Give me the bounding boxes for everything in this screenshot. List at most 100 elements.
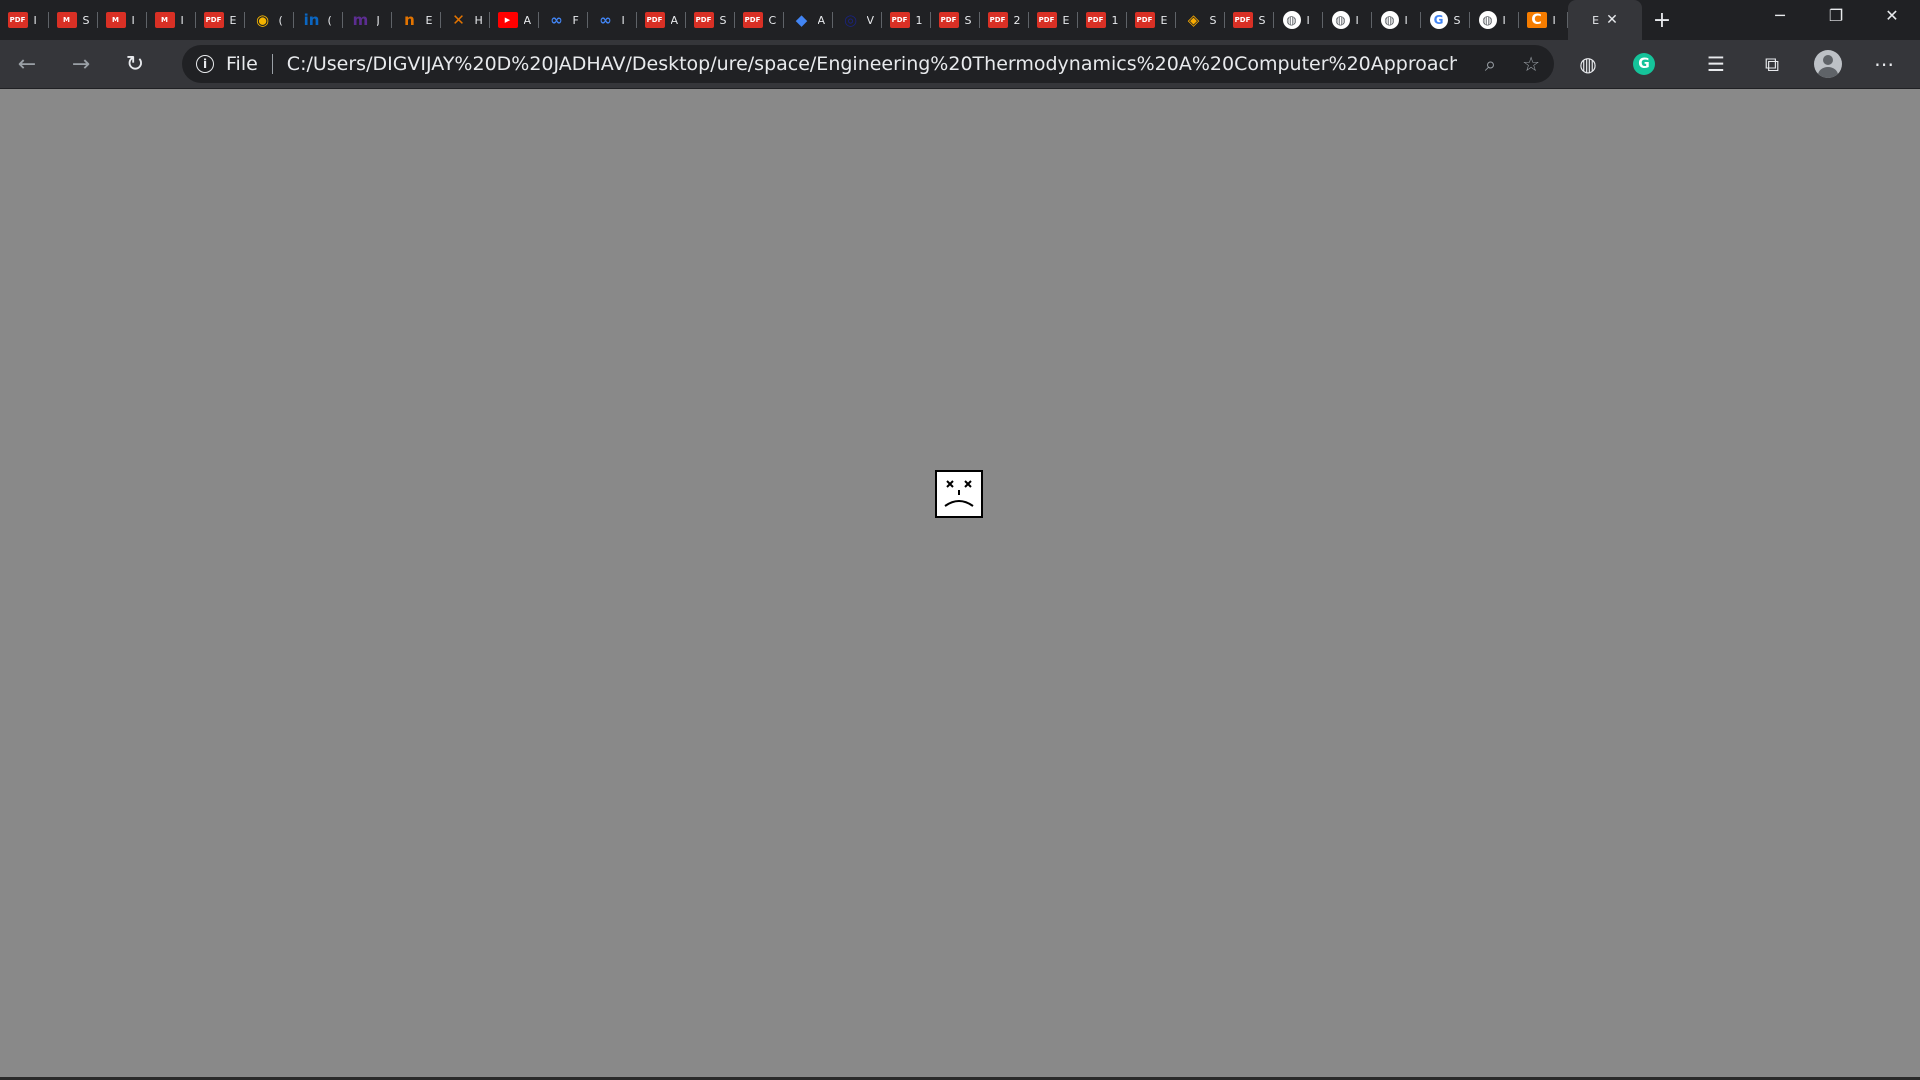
gmail-icon: M — [154, 12, 175, 28]
tab[interactable]: PDF S — [686, 0, 735, 40]
m-icon: m — [352, 11, 369, 29]
pdf-icon: PDF — [1232, 12, 1253, 28]
pdf-icon: PDF — [693, 12, 714, 28]
globe-icon: ◎ — [843, 11, 858, 29]
x-icon: ✕ — [452, 11, 465, 29]
pdf-icon: PDF — [742, 12, 763, 28]
tab[interactable]: ◉( — [245, 0, 294, 40]
browser-toolbar: ← → ↻ i File C:/Users/DIGVIJAY%20D%20JAD… — [0, 40, 1920, 89]
forward-button[interactable]: → — [54, 44, 108, 84]
menu-icon[interactable]: ⋯ — [1864, 40, 1904, 88]
zoom-icon[interactable]: ⌕ — [1485, 52, 1496, 76]
pdf-icon: PDF — [987, 12, 1008, 28]
tab[interactable]: PDF I — [0, 0, 49, 40]
tab-title: E — [1592, 13, 1600, 27]
infinity-icon: ∞ — [550, 11, 563, 29]
diamond-icon: ◆ — [795, 11, 808, 29]
tab-title: E — [425, 13, 433, 27]
tab-title: E — [1062, 13, 1070, 27]
tab[interactable]: ◎ V — [833, 0, 882, 40]
omnibox-actions: ⌕ ☆ — [1485, 52, 1540, 76]
tab-title: I — [1404, 13, 1408, 27]
tab-strip: PDF I M S M I M I PDF E ◉(in(m Jn E ✕ H ▶ A ∞ F ∞ I PDF A PDF S P… — [0, 0, 1920, 40]
n-icon: n — [404, 11, 415, 29]
tab[interactable]: PDF 1 — [1078, 0, 1127, 40]
tab[interactable]: PDF E — [196, 0, 245, 40]
back-button[interactable]: ← — [0, 44, 54, 84]
tab-title: E — [229, 13, 237, 27]
collections-icon[interactable]: ⧉ — [1752, 40, 1792, 88]
tab-title: ( — [278, 13, 283, 27]
tab[interactable]: MI — [98, 0, 147, 40]
tab[interactable]: PDF C — [735, 0, 784, 40]
tab-title: 1 — [1111, 13, 1119, 27]
profile-button[interactable] — [1808, 40, 1848, 88]
tab[interactable]: ◍ I — [1470, 0, 1519, 40]
pdf-icon: PDF — [1134, 12, 1155, 28]
circle-icon: ◍ — [1331, 11, 1350, 29]
info-icon[interactable]: i — [196, 55, 214, 73]
tab-title: A — [523, 13, 532, 27]
tab[interactable]: ◍ I — [1274, 0, 1323, 40]
favorites-icon[interactable]: ☰ — [1696, 40, 1736, 88]
translate-icon[interactable]: ◍ — [1568, 40, 1608, 88]
tab[interactable]: PDF E — [1127, 0, 1176, 40]
tab[interactable]: GS — [1421, 0, 1470, 40]
restore-button[interactable]: ❐ — [1808, 0, 1864, 30]
tab-title: I — [180, 13, 184, 27]
new-tab-button[interactable]: + — [1642, 8, 1682, 33]
pdf-icon: PDF — [203, 12, 224, 28]
tab[interactable]: PDF S — [931, 0, 980, 40]
pdf-icon: PDF — [889, 12, 910, 28]
grammarly-extension[interactable]: G — [1624, 40, 1664, 88]
tab-title: A — [670, 13, 679, 27]
minimize-button[interactable]: ─ — [1752, 0, 1808, 30]
tab[interactable]: PDF 2 — [980, 0, 1029, 40]
tab[interactable]: ∞ I — [588, 0, 637, 40]
tab-title: ( — [327, 13, 332, 27]
tab-close-icon[interactable]: ✕ — [1606, 12, 1618, 28]
youtube-icon: ▶ — [497, 12, 518, 28]
tab-title: E — [1160, 13, 1168, 27]
circle-icon: ◍ — [1478, 11, 1497, 29]
tab[interactable]: ◍ I — [1323, 0, 1372, 40]
tab[interactable]: PDF S — [1225, 0, 1274, 40]
reload-button[interactable]: ↻ — [108, 44, 162, 84]
url-text[interactable]: C:/Users/DIGVIJAY%20D%20JADHAV/Desktop/u… — [287, 53, 1457, 75]
tab[interactable]: ◈ S — [1176, 0, 1225, 40]
tab[interactable]: CI — [1519, 0, 1568, 40]
tab-title: I — [1502, 13, 1506, 27]
tab-active[interactable]: E ✕ — [1568, 0, 1642, 40]
tab[interactable]: ✕ H — [441, 0, 490, 40]
tab-title: 1 — [915, 13, 923, 27]
tab-title: 2 — [1013, 13, 1021, 27]
gmail-icon: M — [105, 12, 126, 28]
tab-title: A — [817, 13, 826, 27]
tab-title: J — [376, 13, 380, 27]
tab[interactable]: ▶ A — [490, 0, 539, 40]
tab-title: S — [82, 13, 90, 27]
tab-title: I — [131, 13, 135, 27]
bookmark-star-icon[interactable]: ☆ — [1522, 52, 1540, 76]
tab[interactable]: ◍ I — [1372, 0, 1421, 40]
circle-icon: ◍ — [1380, 11, 1399, 29]
tab-title: I — [621, 13, 625, 27]
tab[interactable]: mJ — [343, 0, 392, 40]
tab[interactable]: PDF A — [637, 0, 686, 40]
tab[interactable]: ◆ A — [784, 0, 833, 40]
window-controls: ─ ❐ ✕ — [1752, 0, 1920, 40]
close-window-button[interactable]: ✕ — [1864, 0, 1920, 30]
tab[interactable]: MI — [147, 0, 196, 40]
tab[interactable]: PDF E — [1029, 0, 1078, 40]
tab[interactable]: nE — [392, 0, 441, 40]
tab[interactable]: ∞ F — [539, 0, 588, 40]
tab-title: I — [1552, 13, 1556, 27]
tab[interactable]: PDF 1 — [882, 0, 931, 40]
pdf-icon: PDF — [1085, 12, 1106, 28]
tab-title: S — [1209, 13, 1217, 27]
tab[interactable]: MS — [49, 0, 98, 40]
tab-title: S — [964, 13, 972, 27]
address-bar[interactable]: i File C:/Users/DIGVIJAY%20D%20JADHAV/De… — [182, 45, 1554, 83]
tab-title: I — [1355, 13, 1359, 27]
tab[interactable]: in ( — [294, 0, 343, 40]
